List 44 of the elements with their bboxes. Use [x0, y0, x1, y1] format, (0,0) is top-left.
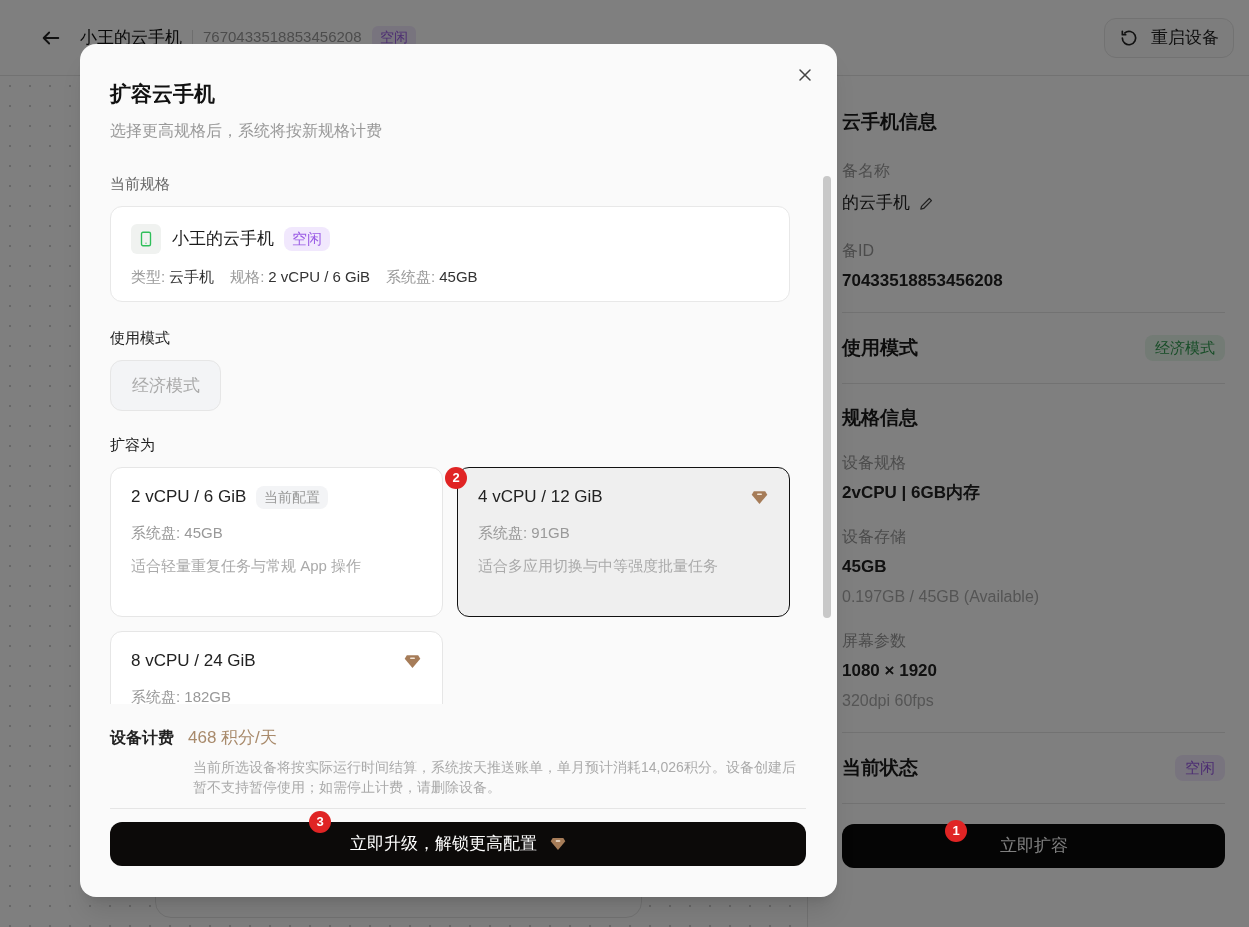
billing-price: 468 积分/天: [188, 727, 277, 749]
meta-label: 系统盘:: [386, 268, 436, 285]
meta-value: 云手机: [169, 268, 215, 285]
section-title: 云手机信息: [842, 110, 938, 134]
plan-title: 4 vCPU / 12 GiB: [478, 486, 603, 509]
dialog-subtitle: 选择更高规格后，系统将按新规格计费: [110, 121, 383, 141]
field-value: 的云手机: [842, 192, 910, 214]
status-badge: 空闲: [1175, 754, 1225, 782]
field-value: 2vCPU | 6GB内存: [842, 482, 981, 504]
billing-note: 当前所选设备将按实际运行时间结算，系统按天推送账单，单月预计消耗14,026积分。设备创建后暂不支持暂停使用；如需停止计费，请删除设备。: [193, 757, 797, 797]
section-title: 使用模式: [842, 335, 918, 360]
meta-value: 45GB: [439, 268, 478, 285]
section-title: 当前状态: [842, 755, 918, 780]
plan-disk: 系统盘: 91GB: [478, 523, 571, 543]
step-marker: 2: [445, 467, 467, 489]
status-badge: 空闲: [284, 226, 330, 252]
plan-card[interactable]: 2 vCPU / 6 GiB 当前配置 系统盘: 45GB 适合轻量重复任务与常规 App 操作: [110, 467, 443, 617]
step-marker: 1: [945, 820, 967, 842]
field-value: 70433518853456208: [842, 270, 1004, 292]
plan-title: 8 vCPU / 24 GiB: [131, 650, 256, 673]
step-marker: 3: [309, 810, 331, 833]
current-tag: 当前配置: [256, 485, 329, 509]
plan-card[interactable]: 8 vCPU / 24 GiB 系统盘: 182GB: [110, 631, 443, 704]
diamond-icon: [548, 835, 567, 852]
section-label: 扩容为: [110, 435, 156, 455]
restart-button[interactable]: 重启设备: [1104, 17, 1234, 58]
field-value: 45GB: [842, 556, 888, 578]
plan-description: 适合多应用切换与中等强度批量任务: [478, 555, 719, 576]
mode-badge: 经济模式: [1145, 334, 1225, 362]
section-label: 当前规格: [110, 174, 171, 194]
plan-disk: 系统盘: 182GB: [131, 687, 233, 704]
section-label: 使用模式: [110, 328, 171, 348]
dialog-title: 扩容云手机: [110, 81, 216, 107]
meta-label: 类型:: [131, 268, 166, 285]
scrollbar-thumb[interactable]: [823, 176, 831, 618]
plan-title: 2 vCPU / 6 GiB: [131, 486, 247, 509]
field-value: 1080 × 1920: [842, 660, 938, 682]
plan-description: 适合轻量重复任务与常规 App 操作: [131, 555, 363, 576]
section-title: 规格信息: [842, 406, 919, 430]
meta-label: 规格:: [230, 268, 265, 285]
billing-label: 设备计费: [110, 727, 174, 748]
meta-value: 2 vCPU / 6 GiB: [268, 268, 371, 285]
plan-disk: 系统盘: 45GB: [131, 523, 224, 543]
device-name: 小王的云手机: [172, 228, 274, 251]
